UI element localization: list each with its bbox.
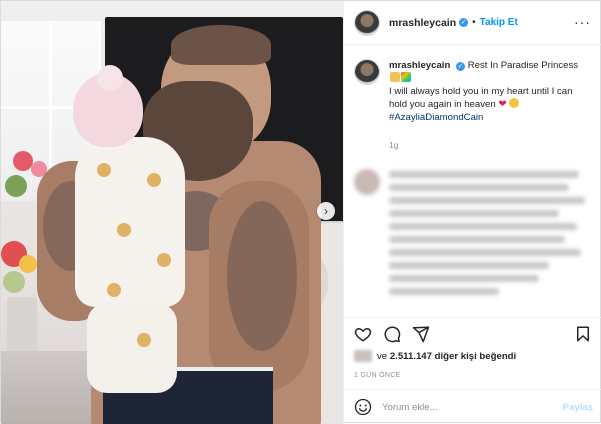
post-comment-button[interactable]: Paylaş — [563, 402, 593, 413]
blurred-comment — [354, 169, 594, 317]
comment-input[interactable] — [382, 401, 563, 413]
caption-line-2: I will always hold you in my heart until… — [389, 86, 573, 110]
more-options-icon[interactable]: ··· — [574, 14, 591, 30]
likes-prefix: ve — [377, 350, 388, 362]
likes-count[interactable]: 2.511.147 — [390, 351, 432, 362]
red-heart-emoji-icon: ❤ — [498, 99, 507, 110]
likes-summary[interactable]: ve 2.511.147 diğer kişi beğendi — [354, 350, 516, 362]
avatar[interactable] — [354, 9, 380, 36]
rainbow-emoji-icon — [401, 72, 411, 82]
verified-badge-icon: ✓ — [459, 18, 469, 27]
emoji-picker-icon[interactable] — [354, 398, 372, 416]
header-username[interactable]: mrashleycain — [389, 17, 456, 29]
likes-suffix: diğer kişi beğendi — [434, 350, 517, 362]
action-bar — [344, 317, 601, 349]
commenter-avatar — [354, 169, 380, 195]
heart-icon[interactable] — [354, 325, 372, 343]
baby-figure — [67, 65, 193, 393]
bookmark-icon[interactable] — [574, 325, 592, 343]
caption-time: 1g — [389, 140, 399, 150]
caption-avatar[interactable] — [354, 59, 380, 85]
caption: mrashleycain ✓ Rest In Paradise Princess… — [354, 59, 594, 124]
comment-icon[interactable] — [383, 325, 401, 343]
follow-button[interactable]: Takip Et — [480, 17, 518, 28]
next-photo-button[interactable]: › — [317, 202, 335, 220]
posted-time: 1 GÜN ÖNCE — [354, 372, 401, 379]
post-header: mrashleycain ✓ • Takip Et ··· — [344, 1, 601, 45]
comments-section[interactable]: mrashleycain ✓ Rest In Paradise Princess… — [344, 45, 601, 317]
add-comment-bar: Paylaş — [344, 389, 601, 424]
post-photo[interactable]: › — [1, 1, 343, 424]
instagram-post: › mrashleycain ✓ • Takip Et ··· mrashley… — [0, 0, 601, 424]
liker-avatar — [354, 350, 372, 362]
caption-username[interactable]: mrashleycain — [389, 60, 450, 71]
verified-badge-icon: ✓ — [456, 62, 466, 71]
hashtag-link[interactable]: #AzayliaDiamondCain — [389, 112, 483, 123]
caption-line-1: Rest In Paradise Princess — [467, 60, 579, 71]
praying-emoji-icon — [390, 72, 400, 82]
separator-dot: • — [472, 17, 476, 28]
share-icon[interactable] — [412, 325, 430, 343]
crying-face-emoji-icon — [509, 98, 520, 108]
post-sidebar: mrashleycain ✓ • Takip Et ··· mrashleyca… — [343, 1, 601, 424]
